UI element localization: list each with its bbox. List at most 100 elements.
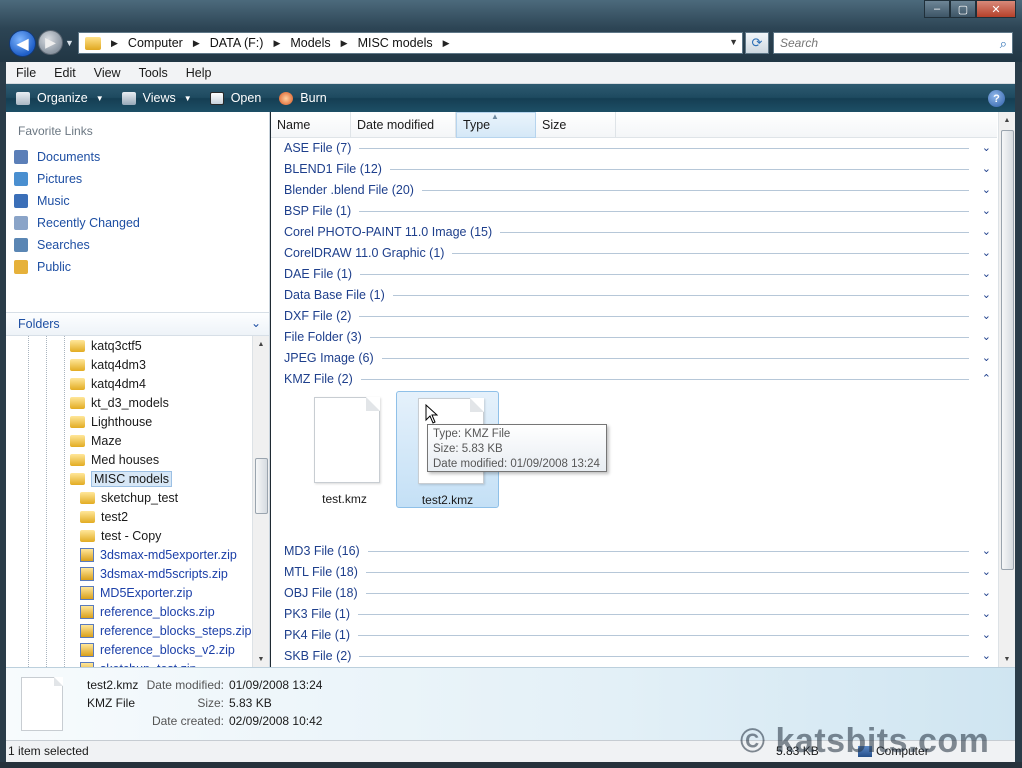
folder-tree-scrollbar[interactable]: ▲ ▼	[252, 336, 269, 667]
column-name[interactable]: Name	[271, 112, 351, 138]
menu-tools[interactable]: Tools	[129, 66, 176, 80]
folders-header[interactable]: Folders ⌄	[6, 312, 269, 336]
tree-item-folder[interactable]: sketchup_test	[6, 488, 252, 507]
tree-item-zip-file[interactable]: reference_blocks.zip	[6, 602, 252, 621]
group-header-dae-file-1[interactable]: DAE File (1) ⌄	[284, 263, 991, 284]
menu-help[interactable]: Help	[176, 66, 220, 80]
column-type[interactable]: Type ▲	[456, 112, 536, 138]
group-header-coreldraw-11-0-graphic-1[interactable]: CorelDRAW 11.0 Graphic (1) ⌄	[284, 242, 991, 263]
scroll-up-icon[interactable]: ▲	[253, 336, 269, 352]
group-header-jpeg-image-6[interactable]: JPEG Image (6) ⌄	[284, 347, 991, 368]
tree-item-folder[interactable]: test - Copy	[6, 526, 252, 545]
column-size[interactable]: Size	[536, 112, 616, 138]
group-header-pk4-file-1[interactable]: PK4 File (1) ⌄	[284, 624, 991, 645]
tree-item-zip-file[interactable]: 3dsmax-md5scripts.zip	[6, 564, 252, 583]
address-dropdown-icon[interactable]: ▼	[729, 37, 738, 47]
search-icon[interactable]: ⌕	[1000, 36, 1007, 52]
tree-item-zip-file[interactable]: reference_blocks_v2.zip	[6, 640, 252, 659]
chevron-right-icon[interactable]: ▶	[341, 38, 348, 49]
tree-item-zip-file[interactable]: 3dsmax-md5exporter.zip	[6, 545, 252, 564]
chevron-right-icon[interactable]: ▶	[193, 38, 200, 49]
chevron-down-icon[interactable]: ⌄	[969, 141, 991, 154]
scroll-up-icon[interactable]: ▲	[999, 112, 1015, 128]
scrollbar-thumb[interactable]	[1001, 130, 1014, 570]
breadcrumb-misc-models[interactable]: MISC models	[358, 36, 433, 50]
breadcrumb-models[interactable]: Models	[290, 36, 330, 50]
tree-item-folder[interactable]: Lighthouse	[6, 412, 252, 431]
menu-edit[interactable]: Edit	[44, 66, 84, 80]
chevron-down-icon[interactable]: ⌄	[969, 225, 991, 238]
views-button[interactable]: Views ▼	[121, 91, 192, 105]
recent-pages-dropdown[interactable]: ▼	[65, 38, 74, 48]
tree-item-folder[interactable]: katq4dm4	[6, 374, 252, 393]
chevron-down-icon[interactable]: ⌄	[251, 316, 261, 330]
tree-item-folder[interactable]: katq4dm3	[6, 355, 252, 374]
chevron-down-icon[interactable]: ⌄	[969, 309, 991, 322]
chevron-down-icon[interactable]: ⌄	[969, 246, 991, 259]
tree-item-folder[interactable]: katq3ctf5	[6, 336, 252, 355]
favorite-link-recently-changed[interactable]: Recently Changed	[14, 212, 140, 234]
forward-button[interactable]: ▶	[38, 30, 63, 55]
help-icon[interactable]: ?	[988, 90, 1005, 107]
tree-item-folder[interactable]: test2	[6, 507, 252, 526]
group-header-obj-file-18[interactable]: OBJ File (18) ⌄	[284, 582, 991, 603]
tree-item-zip-file[interactable]: MD5Exporter.zip	[6, 583, 252, 602]
search-input[interactable]	[774, 33, 974, 53]
address-bar[interactable]: ▶ Computer ▶ DATA (F:) ▶ Models ▶ MISC m…	[78, 32, 743, 54]
group-header-ase-file-7[interactable]: ASE File (7) ⌄	[284, 137, 991, 158]
group-header-skb-file-2[interactable]: SKB File (2) ⌄	[284, 645, 991, 666]
tree-item-zip-file[interactable]: reference_blocks_steps.zip	[6, 621, 252, 640]
chevron-down-icon[interactable]: ⌄	[969, 162, 991, 175]
group-header-mtl-file-18[interactable]: MTL File (18) ⌄	[284, 561, 991, 582]
menu-view[interactable]: View	[84, 66, 129, 80]
group-header-corel-photo-paint-11-0-image-15[interactable]: Corel PHOTO-PAINT 11.0 Image (15) ⌄	[284, 221, 991, 242]
file-item[interactable]: test.kmz	[293, 391, 396, 508]
maximize-button[interactable]: ▢	[950, 0, 976, 18]
menu-file[interactable]: File	[6, 66, 44, 80]
chevron-down-icon[interactable]: ⌄	[969, 204, 991, 217]
burn-button[interactable]: Burn	[279, 91, 327, 105]
group-header-blender-blend-file-20[interactable]: Blender .blend File (20) ⌄	[284, 179, 991, 200]
chevron-down-icon[interactable]: ⌄	[969, 544, 991, 557]
chevron-down-icon[interactable]: ⌄	[969, 330, 991, 343]
group-header-file-folder-3[interactable]: File Folder (3) ⌄	[284, 326, 991, 347]
chevron-down-icon[interactable]: ⌄	[969, 267, 991, 280]
chevron-right-icon[interactable]: ▶	[273, 38, 280, 49]
close-button[interactable]: ✕	[976, 0, 1016, 18]
breadcrumb-data-drive[interactable]: DATA (F:)	[210, 36, 264, 50]
open-button[interactable]: Open	[209, 91, 261, 105]
favorite-link-documents[interactable]: Documents	[14, 146, 140, 168]
scroll-down-icon[interactable]: ▼	[253, 651, 269, 667]
group-header-dxf-file-2[interactable]: DXF File (2) ⌄	[284, 305, 991, 326]
group-header-pk3-file-1[interactable]: PK3 File (1) ⌄	[284, 603, 991, 624]
tree-item-folder[interactable]: kt_d3_models	[6, 393, 252, 412]
chevron-up-icon[interactable]: ⌃	[969, 372, 991, 385]
group-header-blend1-file-12[interactable]: BLEND1 File (12) ⌄	[284, 158, 991, 179]
favorite-link-music[interactable]: Music	[14, 190, 140, 212]
chevron-down-icon[interactable]: ⌄	[969, 607, 991, 620]
column-date-modified[interactable]: Date modified	[351, 112, 456, 138]
refresh-button[interactable]: ⟳	[745, 32, 769, 54]
back-button[interactable]: ◀	[9, 30, 36, 57]
file-list-scrollbar[interactable]: ▲ ▼	[998, 112, 1015, 667]
tree-item-folder[interactable]: Med houses	[6, 450, 252, 469]
favorite-link-public[interactable]: Public	[14, 256, 140, 278]
favorite-link-pictures[interactable]: Pictures	[14, 168, 140, 190]
scrollbar-thumb[interactable]	[255, 458, 268, 514]
tree-item-folder[interactable]: Maze	[6, 431, 252, 450]
chevron-right-icon[interactable]: ▶	[111, 38, 118, 49]
group-header-md3-file-16[interactable]: MD3 File (16) ⌄	[284, 540, 991, 561]
favorite-link-searches[interactable]: Searches	[14, 234, 140, 256]
chevron-down-icon[interactable]: ⌄	[969, 183, 991, 196]
tree-item-folder[interactable]: MISC models	[6, 469, 252, 488]
chevron-down-icon[interactable]: ⌄	[969, 288, 991, 301]
chevron-down-icon[interactable]: ⌄	[969, 649, 991, 662]
chevron-down-icon[interactable]: ⌄	[969, 586, 991, 599]
organize-button[interactable]: Organize ▼	[16, 91, 104, 105]
scroll-down-icon[interactable]: ▼	[999, 651, 1015, 667]
chevron-right-icon[interactable]: ▶	[443, 38, 450, 49]
tree-item-zip-file[interactable]: sketchup_test.zip	[6, 659, 252, 667]
chevron-down-icon[interactable]: ⌄	[969, 628, 991, 641]
group-header-data-base-file-1[interactable]: Data Base File (1) ⌄	[284, 284, 991, 305]
chevron-down-icon[interactable]: ⌄	[969, 351, 991, 364]
